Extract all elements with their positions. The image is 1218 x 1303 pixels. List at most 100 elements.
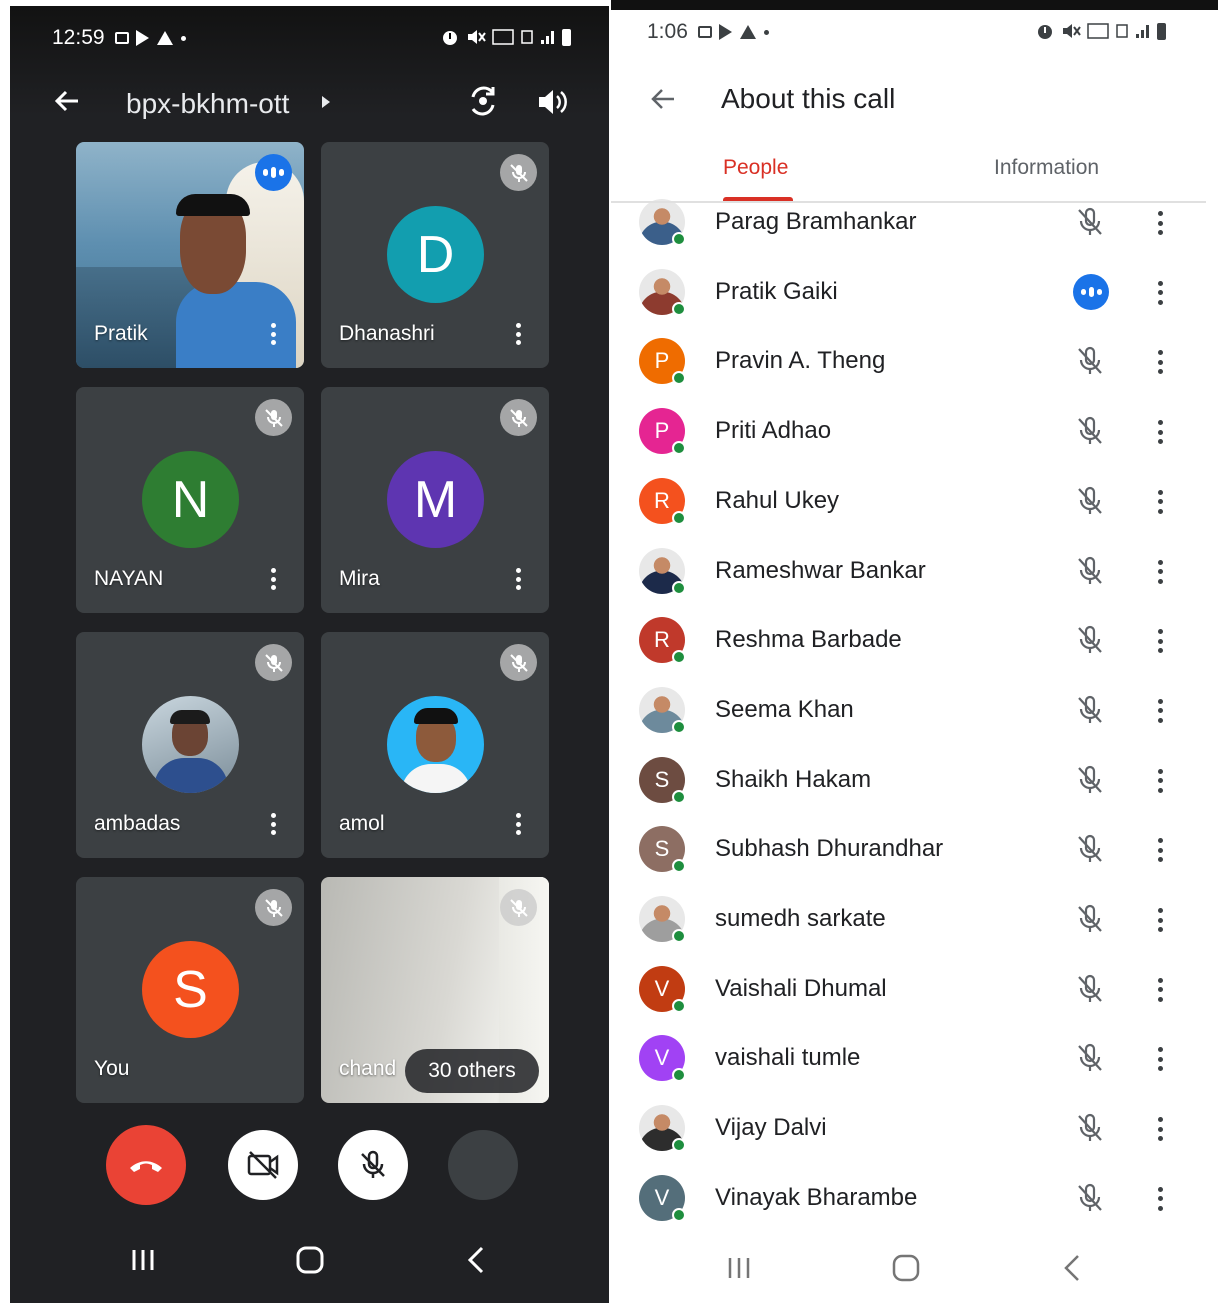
more-options-icon[interactable] <box>1156 906 1164 934</box>
end-call-button[interactable] <box>106 1125 186 1205</box>
call-header: bpx-bkhm-ott <box>10 78 609 134</box>
participant-row[interactable]: Rameshwar Bankar <box>611 536 1218 606</box>
participant-tile[interactable]: M Mira <box>321 387 549 613</box>
tab-information[interactable]: Information <box>994 156 1099 180</box>
more-options-icon[interactable] <box>1156 1115 1164 1143</box>
battery-icon <box>562 28 571 46</box>
self-tile[interactable]: S You <box>76 877 304 1103</box>
more-options-icon[interactable] <box>513 320 523 348</box>
participant-row[interactable]: P Priti Adhao <box>611 396 1218 466</box>
back-arrow-icon[interactable] <box>649 85 677 113</box>
tile-name: ambadas <box>94 812 181 835</box>
volte-icon <box>1087 23 1109 39</box>
end-call-icon <box>130 1161 162 1172</box>
more-options-icon[interactable] <box>1156 627 1164 655</box>
participant-tile[interactable]: D Dhanashri <box>321 142 549 368</box>
recent-apps-icon[interactable] <box>726 1255 752 1281</box>
system-back-icon[interactable] <box>465 1245 487 1275</box>
mic-off-icon[interactable] <box>1073 414 1107 448</box>
speaker-icon[interactable] <box>535 85 569 119</box>
more-options-icon[interactable] <box>513 810 523 838</box>
participant-row[interactable]: sumedh sarkate <box>611 884 1218 954</box>
avatar: D <box>387 206 484 303</box>
participant-row[interactable]: R Reshma Barbade <box>611 605 1218 675</box>
back-arrow-icon[interactable] <box>52 86 82 116</box>
participant-row[interactable]: S Subhash Dhurandhar <box>611 814 1218 884</box>
mic-off-icon[interactable] <box>1073 1041 1107 1075</box>
mic-off-icon[interactable] <box>1073 344 1107 378</box>
mic-off-icon[interactable] <box>1073 1111 1107 1145</box>
more-options-icon[interactable] <box>1156 1045 1164 1073</box>
system-status-icons <box>1035 22 1166 40</box>
mic-off-icon[interactable] <box>1073 1181 1107 1215</box>
mic-off-icon[interactable] <box>1073 832 1107 866</box>
mic-off-icon[interactable] <box>1073 763 1107 797</box>
meet-call-screen: 12:59 bpx-bkhm-ott Pratik D Dhanashri N … <box>10 6 609 1303</box>
mic-off-icon[interactable] <box>1073 972 1107 1006</box>
mic-off-icon[interactable] <box>1073 554 1107 588</box>
more-options-icon[interactable] <box>1156 418 1164 446</box>
more-options-icon[interactable] <box>1156 976 1164 1004</box>
more-options-icon[interactable] <box>268 810 278 838</box>
more-options-button[interactable] <box>448 1130 518 1200</box>
more-options-icon[interactable] <box>1156 348 1164 376</box>
system-back-icon[interactable] <box>1061 1253 1083 1283</box>
mic-off-button[interactable] <box>338 1130 408 1200</box>
participant-row[interactable]: Seema Khan <box>611 675 1218 745</box>
participant-tile[interactable]: Pratik <box>76 142 304 368</box>
more-options-icon[interactable] <box>268 565 278 593</box>
mic-off-icon[interactable] <box>1073 205 1107 239</box>
more-options-icon[interactable] <box>1156 836 1164 864</box>
mic-off-icon <box>255 644 292 681</box>
others-count-badge[interactable]: 30 others <box>405 1049 539 1093</box>
camera-off-button[interactable] <box>228 1130 298 1200</box>
more-options-icon[interactable] <box>1156 209 1164 237</box>
participant-row[interactable]: Vvaishali tumle <box>611 1023 1218 1093</box>
mic-off-icon[interactable] <box>1073 623 1107 657</box>
recent-apps-icon[interactable] <box>130 1247 156 1273</box>
participant-row[interactable]: V Vaishali Dhumal <box>611 954 1218 1024</box>
participant-row[interactable]: P Pravin A. Theng <box>611 326 1218 396</box>
meeting-code[interactable]: bpx-bkhm-ott <box>126 88 289 120</box>
tile-name: amol <box>339 812 385 835</box>
participant-name: Parag Bramhankar <box>715 208 917 235</box>
more-options-icon[interactable] <box>1156 279 1164 307</box>
more-options-icon[interactable] <box>268 320 278 348</box>
participant-tile[interactable]: ambadas <box>76 632 304 858</box>
alarm-icon <box>1038 25 1052 39</box>
mic-off-icon <box>361 1150 385 1178</box>
page-title: About this call <box>721 83 896 114</box>
mic-off-icon <box>255 889 292 926</box>
participant-name: Vijay Dalvi <box>715 1114 827 1142</box>
mic-off-icon[interactable] <box>1073 693 1107 727</box>
more-options-icon[interactable] <box>1156 697 1164 725</box>
home-icon[interactable] <box>295 1245 325 1275</box>
participant-row[interactable]: S Shaikh Hakam <box>611 745 1218 815</box>
more-options-icon[interactable] <box>1156 488 1164 516</box>
mic-off-icon[interactable] <box>1073 902 1107 936</box>
tab-divider <box>611 201 1206 203</box>
others-tile[interactable]: chand 30 others <box>321 877 549 1103</box>
participant-name: Vinayak Bharambe <box>715 1183 918 1211</box>
more-options-icon[interactable] <box>1156 767 1164 795</box>
caret-right-icon[interactable] <box>322 96 330 108</box>
mic-off-icon[interactable] <box>1073 484 1107 518</box>
participant-row[interactable]: V Vinayak Bharambe <box>611 1163 1218 1231</box>
system-status-icons <box>440 28 571 46</box>
participant-row[interactable]: Pratik Gaiki <box>611 257 1218 327</box>
home-icon[interactable] <box>891 1253 921 1283</box>
more-options-icon[interactable] <box>1156 1185 1164 1213</box>
battery-icon <box>1157 22 1166 40</box>
participant-row[interactable]: Vijay Dalvi <box>611 1093 1218 1163</box>
switch-camera-icon[interactable] <box>465 83 501 119</box>
participant-name: vaishali tumle <box>715 1044 861 1072</box>
more-options-icon[interactable] <box>513 565 523 593</box>
people-list: Parag Bramhankar Pratik Gaiki P Pravin A. T… <box>611 191 1218 1231</box>
more-options-icon[interactable] <box>1156 558 1164 586</box>
participant-tile[interactable]: N NAYAN <box>76 387 304 613</box>
online-status-dot <box>672 1207 686 1222</box>
participant-row[interactable]: R Rahul Ukey <box>611 466 1218 536</box>
participant-tile[interactable]: amol <box>321 632 549 858</box>
participant-name: Reshma Barbade <box>715 626 902 654</box>
tab-people[interactable]: People <box>723 156 788 180</box>
